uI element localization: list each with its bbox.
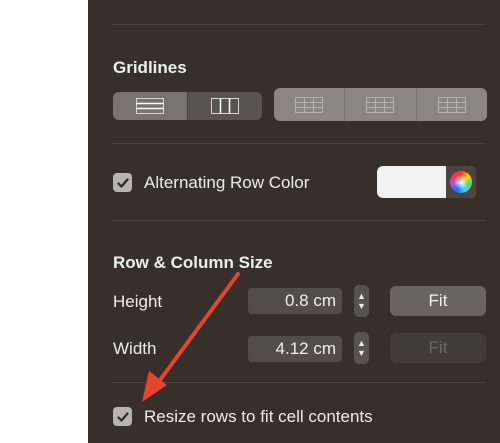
chevron-down-icon[interactable]: ▼ <box>357 348 366 358</box>
alternating-row-color-label: Alternating Row Color <box>144 173 310 192</box>
vertical-gridlines-button[interactable] <box>188 92 262 120</box>
checkmark-icon <box>116 411 129 422</box>
width-label: Width <box>113 339 157 358</box>
gridlines-title: Gridlines <box>113 58 187 77</box>
horizontal-gridlines-button[interactable] <box>113 92 188 120</box>
chevron-down-icon[interactable]: ▼ <box>357 301 366 311</box>
width-stepper[interactable]: ▲ ▼ <box>354 332 369 364</box>
header-column-gridlines-button[interactable] <box>345 88 417 121</box>
footer-row-lines-icon <box>437 96 466 113</box>
height-stepper[interactable]: ▲ ▼ <box>354 285 369 317</box>
chevron-up-icon[interactable]: ▲ <box>357 291 366 301</box>
chevron-up-icon[interactable]: ▲ <box>357 338 366 348</box>
width-fit-button[interactable]: Fit <box>390 333 486 363</box>
header-column-lines-icon <box>366 96 395 113</box>
row-column-size-title: Row & Column Size <box>113 253 273 272</box>
resize-rows-checkbox[interactable] <box>113 407 132 426</box>
alternating-row-color-well[interactable] <box>377 166 476 198</box>
horizontal-lines-icon <box>136 98 164 114</box>
color-picker-button[interactable] <box>446 166 476 198</box>
height-fit-button[interactable]: Fit <box>390 286 486 316</box>
section-divider <box>112 143 486 144</box>
section-divider <box>112 24 486 25</box>
gridlines-inner-segment <box>113 92 262 120</box>
section-divider <box>112 382 486 383</box>
color-wheel-icon <box>450 171 472 193</box>
header-row-lines-icon <box>295 96 324 113</box>
document-canvas-edge <box>0 0 88 443</box>
header-row-gridlines-button[interactable] <box>274 88 346 121</box>
alternating-row-color-checkbox[interactable] <box>113 173 132 192</box>
width-field[interactable]: 4.12 cm <box>248 336 342 362</box>
checkmark-icon <box>116 177 129 188</box>
format-sidebar: Gridlines Alternating Row Color Row & Co… <box>88 0 500 443</box>
section-divider <box>112 220 486 221</box>
height-field[interactable]: 0.8 cm <box>248 288 342 314</box>
vertical-lines-icon <box>211 98 239 114</box>
height-label: Height <box>113 292 163 311</box>
gridlines-header-segment <box>274 88 487 121</box>
footer-row-gridlines-button[interactable] <box>417 88 487 121</box>
resize-rows-label: Resize rows to fit cell contents <box>144 407 373 426</box>
